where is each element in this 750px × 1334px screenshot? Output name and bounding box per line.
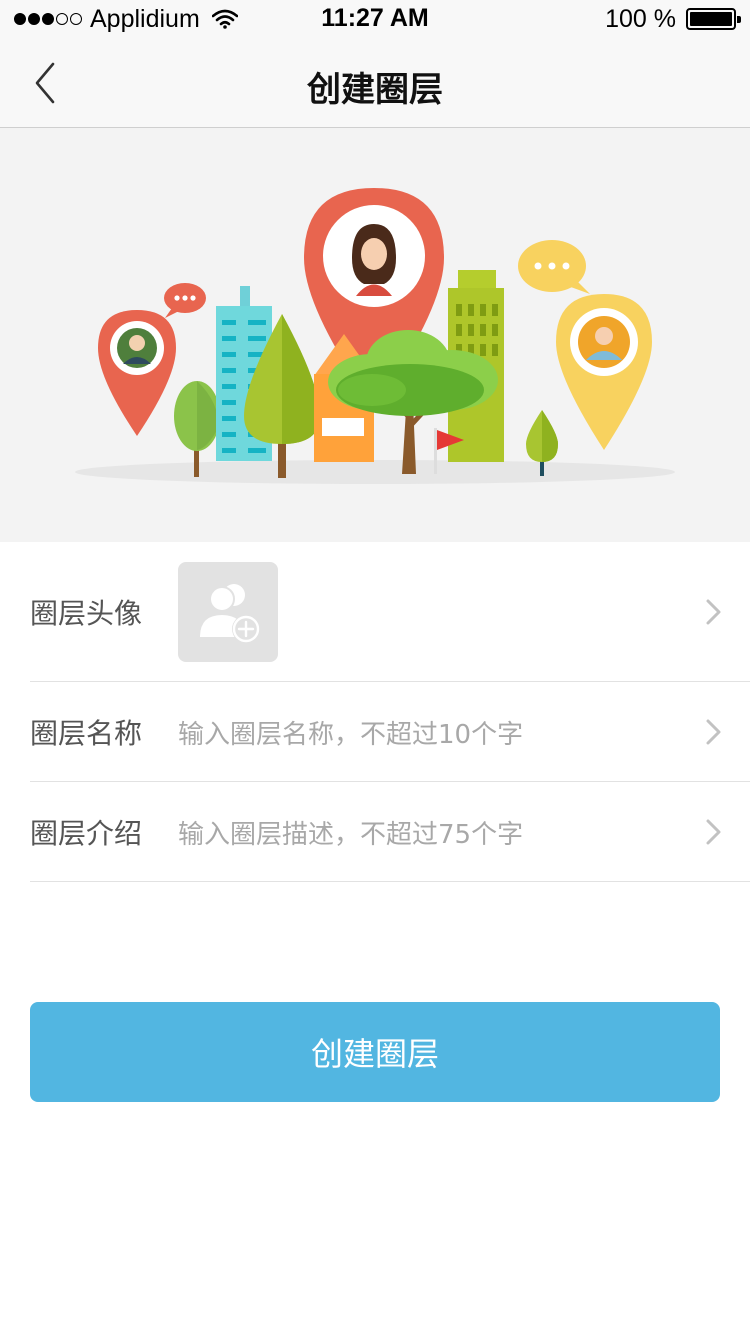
avatar-picker[interactable] <box>178 562 278 662</box>
name-row[interactable]: 圈层名称 输入圈层名称，不超过10个字 <box>0 682 750 782</box>
nav-bar: 创建圈层 <box>0 40 750 128</box>
avatar-row[interactable]: 圈层头像 <box>0 542 750 682</box>
intro-input[interactable]: 输入圈层描述，不超过75个字 <box>178 782 523 882</box>
chat-bubble-icon <box>164 283 206 318</box>
name-input[interactable]: 输入圈层名称，不超过10个字 <box>178 682 523 782</box>
create-circle-button[interactable]: 创建圈层 <box>30 1002 720 1102</box>
user-pin-icon <box>98 310 176 436</box>
battery-icon <box>686 8 741 30</box>
name-label: 圈层名称 <box>30 717 143 750</box>
status-bar: Applidium 11:27 AM 100 % <box>0 0 750 40</box>
add-group-avatar-icon <box>200 584 260 643</box>
chevron-right-icon <box>706 719 721 745</box>
battery-percent: 100 % <box>605 4 676 33</box>
status-right: 100 % <box>605 4 741 34</box>
chevron-right-icon <box>706 599 721 625</box>
user-pin-icon <box>556 294 652 450</box>
banner-illustration <box>0 128 750 542</box>
chat-bubble-icon <box>518 240 590 294</box>
intro-row[interactable]: 圈层介绍 输入圈层描述，不超过75个字 <box>0 782 750 882</box>
circle-form: 圈层头像 圈层名称 输入圈层名称，不超过10个字 圈层介绍 输入圈层描述，不超过… <box>0 542 750 882</box>
page-title: 创建圈层 <box>307 70 443 110</box>
divider <box>30 881 750 882</box>
avatar-label: 圈层头像 <box>30 597 143 630</box>
city-illustration <box>75 188 675 484</box>
chevron-right-icon <box>706 819 721 845</box>
intro-label: 圈层介绍 <box>30 817 143 850</box>
